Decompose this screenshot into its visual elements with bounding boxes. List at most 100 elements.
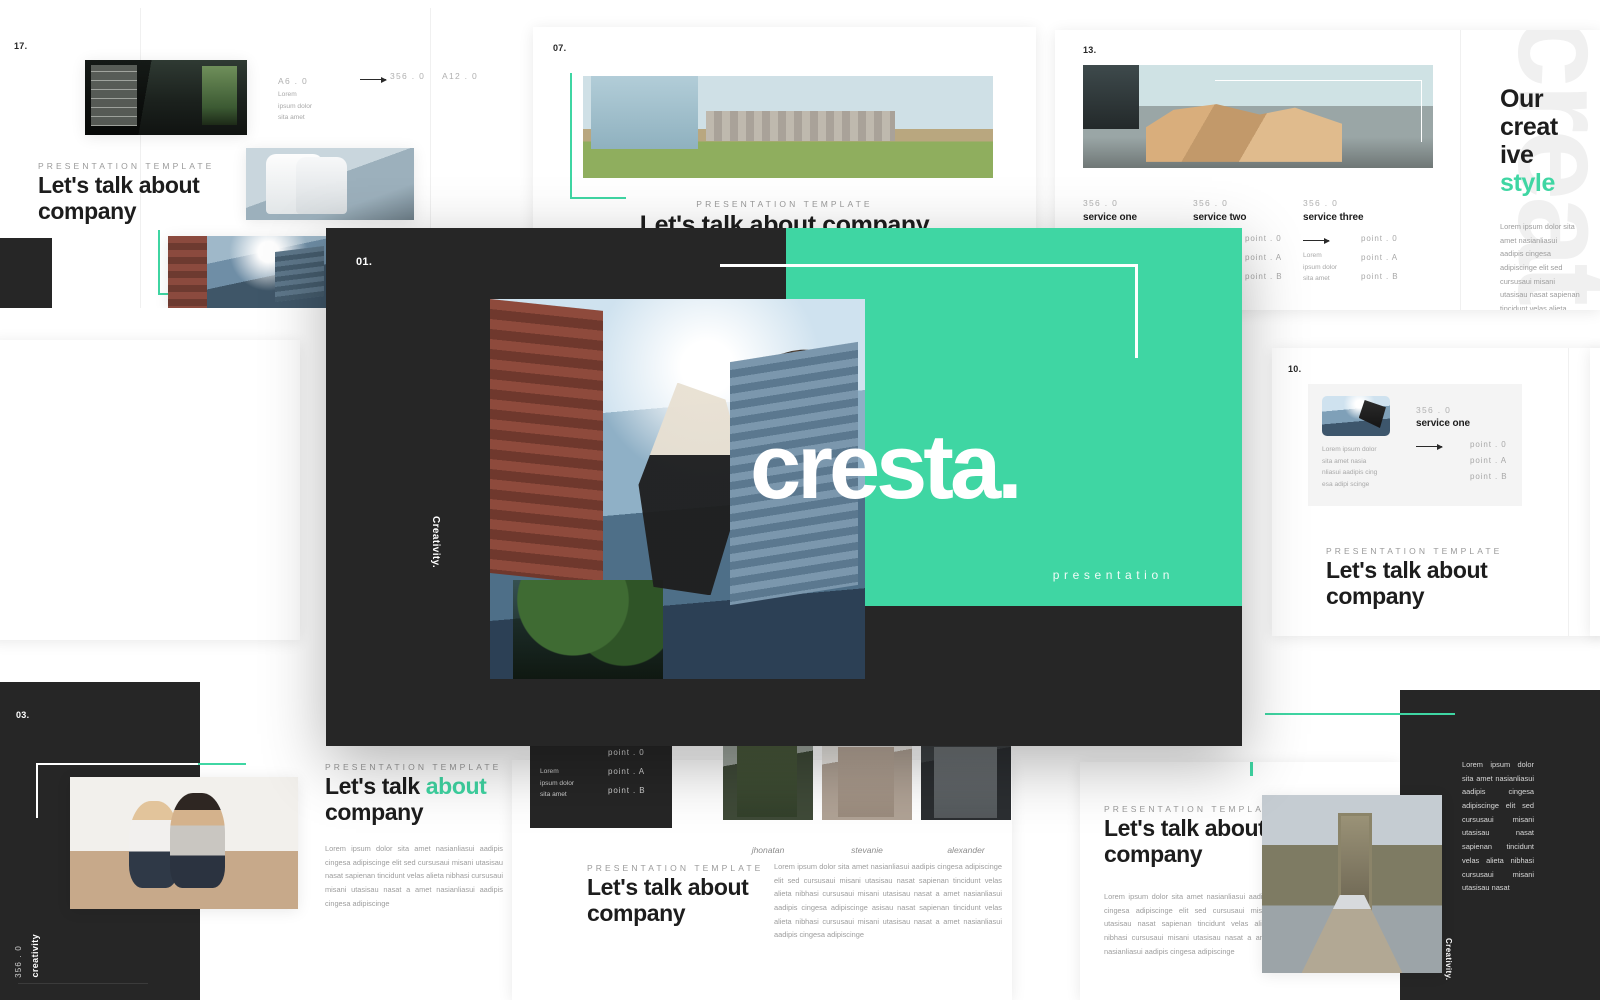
slide-07[interactable]: 07. 356 . 0 A12 . 0 634 . 0 PRESENTATION… <box>533 27 1036 245</box>
caption-line: Lorem <box>278 91 297 98</box>
slide-people-eyebrow: PRESENTATION TEMPLATE <box>587 863 764 873</box>
service-note: ipsum dolor <box>1303 263 1338 271</box>
slide-right-partial[interactable] <box>1590 348 1600 636</box>
slide-17-metrics: A6 . 0 <box>278 71 308 89</box>
slide-17-image-skater <box>168 236 330 308</box>
slide-bridge-side-body: Lorem ipsum dolor sita amet nasianliasui… <box>1462 760 1534 893</box>
person-name: stevanie <box>851 845 883 855</box>
headline-accent: about <box>425 773 487 799</box>
slide-07-eyebrow: PRESENTATION TEMPLATE <box>696 199 873 209</box>
slide-03-white-line-v <box>36 763 38 818</box>
hero-slide-number: 01. <box>356 256 373 268</box>
slide-people-body: Lorem ipsum dolor sita amet nasianliasui… <box>774 862 1002 940</box>
headline-line-2: company <box>1326 582 1425 609</box>
headline-line-1: Let's talk about <box>1326 557 1488 583</box>
service-point: point . 0 <box>1361 234 1398 243</box>
card-desc-line: Lorem ipsum dolor <box>1322 446 1377 453</box>
slide-bridge-green-tick <box>1250 762 1253 776</box>
dark-card-note: Lorem <box>540 768 559 775</box>
service-point: point . A <box>1245 253 1283 262</box>
slide-10-eyebrow: PRESENTATION TEMPLATE <box>1326 546 1503 556</box>
heading-accent: style <box>1500 169 1555 197</box>
decor-dark-block-left <box>0 238 52 308</box>
dark-card-point: point . 0 <box>608 748 645 757</box>
hero-white-rule-v <box>1135 264 1138 358</box>
slide-03-vertical-label: creativity <box>30 934 40 978</box>
slide-07-number: 07. <box>553 43 567 53</box>
service-point: point . 0 <box>1245 234 1282 243</box>
person-name: alexander <box>947 845 985 855</box>
headline-pre: Let's talk <box>325 773 426 799</box>
slide-03-number: 03. <box>16 710 30 720</box>
slide-03-green-line <box>198 763 246 765</box>
headline-line-2: company <box>38 197 137 224</box>
slide-13-heading-block: Our creat ive style <box>1500 85 1558 197</box>
service-title: service one <box>1083 212 1137 223</box>
service-point: point . 0 <box>1470 440 1507 449</box>
dark-card-note: ipsum dolor <box>540 779 575 787</box>
dark-card-point: point . B <box>608 786 646 795</box>
slide-bridge-vertical-label: Creativity. <box>1444 937 1453 981</box>
slide-03-body: Lorem ipsum dolor sita amet nasianliasui… <box>325 844 503 908</box>
hero-white-rule-h <box>720 264 1138 267</box>
dark-card-note: sita amet <box>540 791 567 799</box>
slide-17-image-skates <box>246 148 414 220</box>
metric-value: 356 . 0 <box>390 71 426 81</box>
hero-title: cresta. <box>750 416 1023 518</box>
service-title: service three <box>1303 212 1364 223</box>
hero-slide-01[interactable]: 01. Creativity. cresta. presentation <box>326 228 1242 746</box>
headline-line-1: Let's talk about <box>587 874 749 900</box>
service-point: point . B <box>1245 272 1283 281</box>
hero-subtitle: presentation <box>1052 568 1174 582</box>
slide-07-image-house <box>583 76 993 178</box>
dark-card-point: point . A <box>608 767 646 776</box>
service-point: point . B <box>1470 472 1508 481</box>
service-metric: 356 . 0 <box>1303 198 1339 208</box>
hero-person-figure <box>638 382 747 596</box>
service-note: Lorem <box>1303 252 1322 259</box>
slide-10-headline: Let's talk about company <box>1326 557 1488 610</box>
slide-10-number: 10. <box>1288 364 1302 374</box>
slide-team[interactable]: 356 . 0 356 . 0 dolor sita amet ipis cin… <box>0 340 300 640</box>
slide-bridge-image <box>1262 795 1442 973</box>
caption-line: ipsum dolor <box>278 102 313 110</box>
card-desc-line: nliasui aadipis cing <box>1322 469 1378 477</box>
service-metric: 356 . 0 <box>1416 405 1452 415</box>
slide-10[interactable]: 10. 356 . 0 service one point . 0 point … <box>1272 348 1600 636</box>
slide-bridge-headline: Let's talk about company <box>1104 815 1266 868</box>
heading-line-3: ive <box>1500 141 1534 169</box>
slide-10-thumb <box>1322 396 1390 436</box>
service-metric: 356 . 0 <box>1083 198 1119 208</box>
service-title: service one <box>1416 418 1470 429</box>
arrow-icon <box>1416 443 1443 450</box>
mockup-canvas: 17. A6 . 0 356 . 0 A12 . 0 Lorem ipsum d… <box>0 0 1600 1000</box>
service-point: point . A <box>1361 253 1399 262</box>
hero-vertical-label: Creativity. <box>430 516 441 569</box>
headline-line-1: Let's talk about <box>1104 815 1266 841</box>
slide-03-vertical-metric: 356 . 0 <box>14 945 23 978</box>
metric-value: A12 . 0 <box>442 71 479 81</box>
slide-03-headline: Let's talk about company <box>325 773 487 826</box>
points-dark-card[interactable]: point . 0 point . A point . B Lorem ipsu… <box>530 742 672 828</box>
card-desc-line: sita amet nasia <box>1322 457 1367 465</box>
slide-bridge-eyebrow: PRESENTATION TEMPLATE <box>1104 804 1281 814</box>
slide-03-white-line-h <box>36 763 198 765</box>
slide-bridge-green-line <box>1265 713 1455 715</box>
service-metric: 356 . 0 <box>1193 198 1229 208</box>
person-photo-stevanie <box>822 742 912 820</box>
service-note: sita amet <box>1303 275 1330 283</box>
heading-line-1: Our <box>1500 85 1544 113</box>
slide-17-eyebrow: PRESENTATION TEMPLATE <box>38 161 215 171</box>
slide-03-eyebrow: PRESENTATION TEMPLATE <box>325 762 502 772</box>
slide-17-image-interior <box>85 60 247 135</box>
slide-13-white-bracket <box>1215 80 1422 142</box>
service-point: point . B <box>1361 272 1399 281</box>
slide-03-image-couple <box>70 777 298 909</box>
slide-17-number: 17. <box>14 41 28 51</box>
arrow-icon <box>360 76 387 83</box>
headline-line-1: Let's talk about <box>38 172 200 198</box>
slide-17-headline: Let's talk about company <box>38 172 200 225</box>
person-name: jhonatan <box>751 845 785 855</box>
slide-bridge-body: Lorem ipsum dolor sita amet nasianliasui… <box>1104 892 1272 956</box>
slide-people-headline: Let's talk about company <box>587 874 749 927</box>
